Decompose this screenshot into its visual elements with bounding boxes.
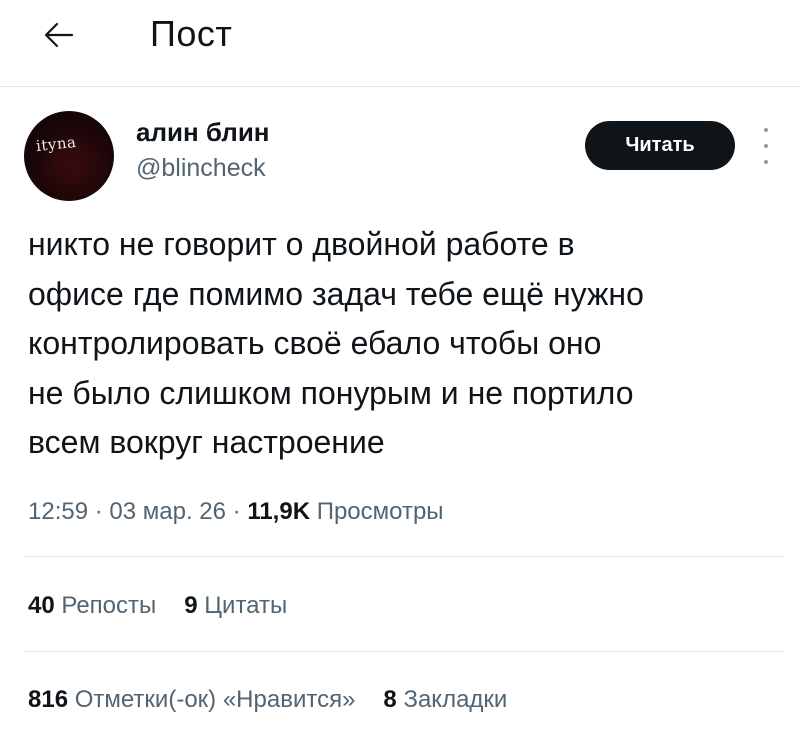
meta-separator: · [225, 498, 248, 525]
more-dot [764, 144, 768, 148]
likes-label: Отметки(-ок) «Нравится» [74, 686, 356, 713]
header-divider [0, 86, 800, 87]
author-name[interactable]: алин блин [136, 116, 270, 148]
reposts-stat[interactable]: 40 Репосты [28, 590, 156, 622]
views-label: Просмотры [316, 498, 444, 525]
likes-count: 816 [28, 686, 69, 713]
back-button[interactable] [36, 12, 82, 58]
bookmarks-label: Закладки [403, 686, 508, 713]
post-meta: 12:59 · 03 мар. 26 · 11,9K Просмотры [28, 496, 444, 528]
post-text: никто не говорит о двойной работе в офис… [28, 226, 644, 460]
reposts-count: 40 [28, 592, 55, 619]
divider [24, 651, 784, 652]
top-bar: Пост [0, 0, 800, 86]
author-handle[interactable]: @blincheck [136, 152, 266, 184]
stats-row-likes: 816 Отметки(-ок) «Нравится» 8 Закладки [28, 684, 535, 716]
likes-stat[interactable]: 816 Отметки(-ок) «Нравится» [28, 684, 355, 716]
reposts-label: Репосты [61, 592, 157, 619]
avatar[interactable]: ityna [24, 111, 114, 201]
stats-row-reposts: 40 Репосты 9 Цитаты [28, 590, 315, 622]
bookmarks-count: 8 [383, 686, 397, 713]
post-time[interactable]: 12:59 [28, 498, 88, 525]
more-options-icon[interactable] [756, 128, 776, 164]
views-count: 11,9K [247, 498, 311, 525]
page-title: Пост [150, 13, 233, 54]
arrow-left-icon [44, 22, 74, 48]
meta-separator: · [88, 498, 110, 525]
more-dot [764, 128, 768, 132]
more-dot [764, 160, 768, 164]
divider [24, 556, 784, 557]
post-date[interactable]: 03 мар. 26 [109, 498, 226, 525]
bookmarks-stat[interactable]: 8 Закладки [383, 684, 507, 716]
quotes-stat[interactable]: 9 Цитаты [184, 590, 287, 622]
quotes-count: 9 [184, 592, 198, 619]
avatar-text: ityna [35, 132, 78, 156]
quotes-label: Цитаты [204, 592, 288, 619]
follow-button[interactable]: Читать [585, 121, 735, 170]
